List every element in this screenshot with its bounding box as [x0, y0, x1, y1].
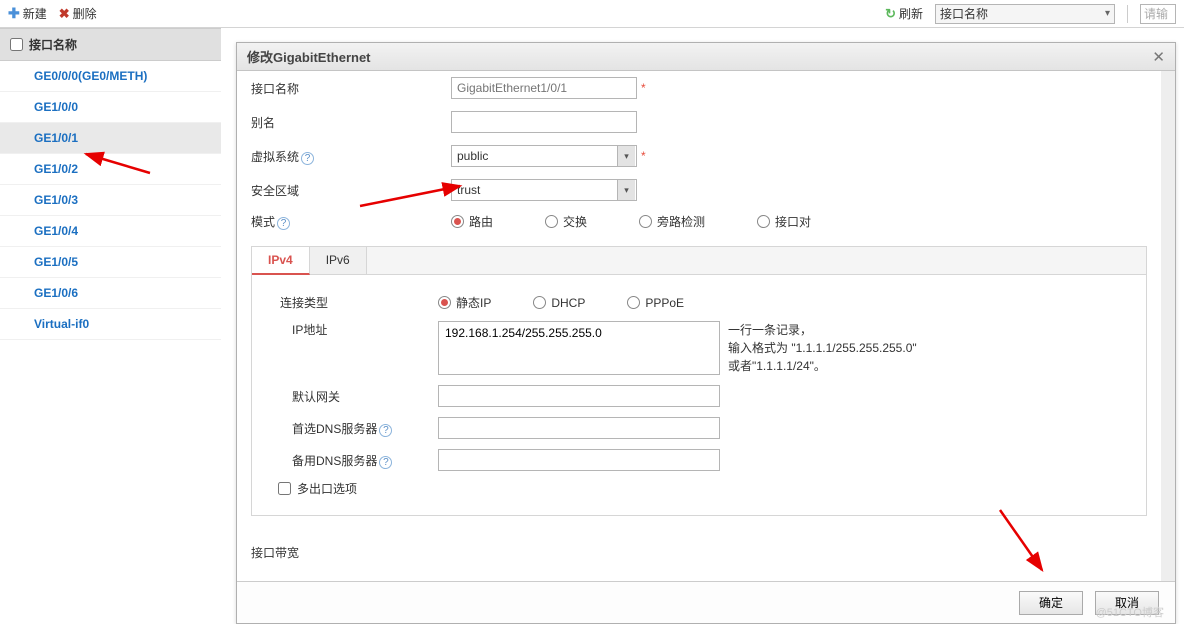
label-dns1: 首选DNS服务器? — [270, 420, 438, 437]
required-mark: * — [641, 149, 646, 163]
select-all-checkbox[interactable] — [10, 38, 23, 51]
label-vsys: 虚拟系统? — [251, 148, 451, 165]
refresh-button[interactable]: ↻ 刷新 — [885, 5, 923, 22]
sidebar-item-virtual-if0[interactable]: Virtual-if0 — [0, 309, 221, 340]
help-icon[interactable]: ? — [301, 152, 314, 165]
dns1-input[interactable] — [438, 417, 720, 439]
delete-label: 删除 — [73, 5, 97, 22]
multi-export-checkbox[interactable] — [278, 482, 291, 495]
mode-switch-radio[interactable]: 交换 — [545, 213, 587, 230]
ok-button[interactable]: 确定 — [1019, 591, 1083, 615]
label-conn-type: 连接类型 — [270, 294, 438, 311]
dialog-title: 修改GigabitEthernet — [247, 47, 371, 66]
multi-export-label: 多出口选项 — [297, 480, 357, 497]
conn-static-radio[interactable]: 静态IP — [438, 294, 491, 311]
ip-address-textarea[interactable] — [438, 321, 720, 375]
sidebar-header-label: 接口名称 — [29, 36, 77, 53]
radio-off-icon — [639, 215, 652, 228]
radio-off-icon — [627, 296, 640, 309]
radio-off-icon — [533, 296, 546, 309]
dialog-titlebar: 修改GigabitEthernet ✕ — [237, 43, 1175, 71]
sidebar-item-ge106[interactable]: GE1/0/6 — [0, 278, 221, 309]
help-icon[interactable]: ? — [379, 424, 392, 437]
zone-select[interactable]: trust ▾ — [451, 179, 637, 201]
sidebar-item-ge102[interactable]: GE1/0/2 — [0, 154, 221, 185]
cancel-button[interactable]: 取消 — [1095, 591, 1159, 615]
sidebar-item-ge104[interactable]: GE1/0/4 — [0, 216, 221, 247]
tab-ipv6[interactable]: IPv6 — [310, 247, 367, 274]
label-dns2: 备用DNS服务器? — [270, 452, 438, 469]
dialog-body: 接口名称 * 别名 虚拟系统? public ▾ * 安全区域 trust — [237, 71, 1175, 581]
required-mark: * — [641, 81, 646, 95]
vsys-select[interactable]: public ▾ — [451, 145, 637, 167]
radio-off-icon — [757, 215, 770, 228]
radio-off-icon — [545, 215, 558, 228]
radio-on-icon — [438, 296, 451, 309]
ip-config-panel: IPv4 IPv6 连接类型 静态IP DHCP PPPoE IP地址 — [251, 246, 1147, 516]
sidebar-item-ge105[interactable]: GE1/0/5 — [0, 247, 221, 278]
new-label: 新建 — [23, 5, 47, 22]
bandwidth-section-label: 接口带宽 — [237, 534, 1161, 561]
help-icon[interactable]: ? — [379, 456, 392, 469]
label-interface-name: 接口名称 — [251, 80, 451, 97]
dialog-footer: 确定 取消 — [237, 581, 1175, 623]
chevron-down-icon: ▾ — [617, 180, 635, 200]
label-alias: 别名 — [251, 114, 451, 131]
delete-button[interactable]: ✖ 删除 — [59, 5, 97, 22]
help-icon[interactable]: ? — [277, 217, 290, 230]
x-icon: ✖ — [59, 6, 70, 22]
radio-on-icon — [451, 215, 464, 228]
sidebar-item-ge101[interactable]: GE1/0/1 — [0, 123, 221, 154]
search-input[interactable]: 请输入 — [1140, 4, 1176, 24]
mode-bypass-radio[interactable]: 旁路检测 — [639, 213, 705, 230]
sidebar-item-ge103[interactable]: GE1/0/3 — [0, 185, 221, 216]
conn-pppoe-radio[interactable]: PPPoE — [627, 296, 684, 310]
ip-format-hint: 一行一条记录， 输入格式为 "1.1.1.1/255.255.255.0" 或者… — [728, 321, 948, 375]
filter-field-select[interactable]: 接口名称 ▾ — [935, 4, 1115, 24]
close-icon[interactable]: ✕ — [1152, 48, 1165, 66]
separator — [1127, 5, 1128, 23]
mode-route-radio[interactable]: 路由 — [451, 213, 493, 230]
alias-input[interactable] — [451, 111, 637, 133]
zone-value: trust — [457, 183, 480, 197]
label-gateway: 默认网关 — [270, 388, 438, 405]
refresh-label: 刷新 — [899, 5, 923, 22]
label-mode: 模式? — [251, 213, 451, 230]
interface-list-sidebar: 接口名称 GE0/0/0(GE0/METH) GE1/0/0 GE1/0/1 G… — [0, 28, 222, 624]
mode-pair-radio[interactable]: 接口对 — [757, 213, 811, 230]
sidebar-item-ge000[interactable]: GE0/0/0(GE0/METH) — [0, 61, 221, 92]
toolbar: ✚ 新建 ✖ 删除 ↻ 刷新 接口名称 ▾ 请输入 — [0, 0, 1184, 28]
conn-dhcp-radio[interactable]: DHCP — [533, 296, 585, 310]
refresh-icon: ↻ — [885, 6, 896, 22]
new-button[interactable]: ✚ 新建 — [8, 5, 47, 22]
chevron-down-icon: ▾ — [1105, 8, 1110, 19]
sidebar-item-ge100[interactable]: GE1/0/0 — [0, 92, 221, 123]
tab-ipv4[interactable]: IPv4 — [252, 247, 310, 275]
gateway-input[interactable] — [438, 385, 720, 407]
filter-field-value: 接口名称 — [940, 5, 988, 22]
dns2-input[interactable] — [438, 449, 720, 471]
label-zone: 安全区域 — [251, 182, 451, 199]
vsys-value: public — [457, 149, 488, 163]
plus-icon: ✚ — [8, 5, 20, 22]
chevron-down-icon: ▾ — [617, 146, 635, 166]
interface-name-input — [451, 77, 637, 99]
label-ip-addr: IP地址 — [270, 321, 438, 338]
edit-interface-dialog: 修改GigabitEthernet ✕ 接口名称 * 别名 虚拟系统? publ… — [236, 42, 1176, 624]
sidebar-header: 接口名称 — [0, 28, 221, 61]
